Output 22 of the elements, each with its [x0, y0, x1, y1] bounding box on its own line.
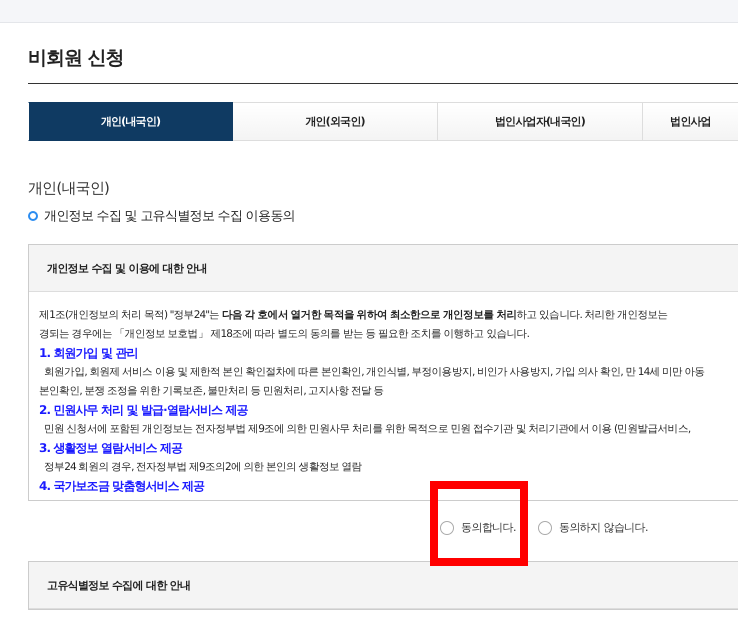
tab[interactable]: 법인사업자(내국인): [438, 102, 643, 141]
clause-text: 제1조(개인정보의 처리 목적) "정부24"는 다음 각 호에서 열거한 목적을 위하여 최소한으로 개인정보를 처리하고 있습니다. 처리한 개인정보는: [39, 308, 668, 323]
clause-heading: 1. 회원가입 및 관리: [39, 345, 138, 362]
panel-header: 고유식별정보 수집에 대한 안내: [29, 562, 738, 609]
clause-text: 회원가입, 회원제 서비스 이용 및 제한적 본인 확인절차에 따른 본인확인, 개인식별, 부정이용방지, 비인가 사용방지, 가입 의사 확인, 만 14세 미만 아동: [43, 365, 705, 380]
clause-text: 경되는 경우에는 「개인정보 보호법」 제18조에 따라 별도의 동의를 받는 등 필요한 조치를 이행하고 있습니다.: [39, 327, 530, 342]
clause-text: 본인확인, 분쟁 조정을 위한 기록보존, 불만처리 등 민원처리, 고지사항 전달 등: [39, 384, 384, 399]
clause-text: 민원 신청서에 포함된 개인정보는 전자정부법 제9조에 의한 민원사무 처리를 위한 목적으로 민원 접수기관 및 처리기관에서 이용 (민원발급서비스,: [43, 422, 690, 437]
radio-option[interactable]: 동의하지 않습니다.: [538, 520, 648, 535]
bullet-icon: [28, 211, 38, 221]
clause-heading: 2. 민원사무 처리 및 발급·열람서비스 제공: [39, 402, 248, 419]
radio-option[interactable]: 동의합니다.: [440, 520, 516, 535]
tab[interactable]: 법인사업: [643, 102, 738, 141]
page-title: 비회원 신청: [28, 45, 738, 84]
clause-text: 정부24 회원의 경우, 전자정부법 제9조의2에 의한 본인의 생활정보 열람: [43, 460, 362, 475]
consent-title: 개인정보 수집 및 고유식별정보 수집 이용동의: [44, 208, 295, 225]
tab[interactable]: 개인(외국인): [233, 102, 438, 141]
clause-heading: 3. 생활정보 열람서비스 제공: [39, 440, 182, 457]
tab[interactable]: 개인(내국인): [28, 102, 233, 141]
section-heading: 개인(내국인): [28, 179, 110, 198]
panel-header: 개인정보 수집 및 이용에 대한 안내: [29, 245, 738, 292]
clause-heading: 4. 국가보조금 맞춤형서비스 제공: [39, 478, 204, 495]
